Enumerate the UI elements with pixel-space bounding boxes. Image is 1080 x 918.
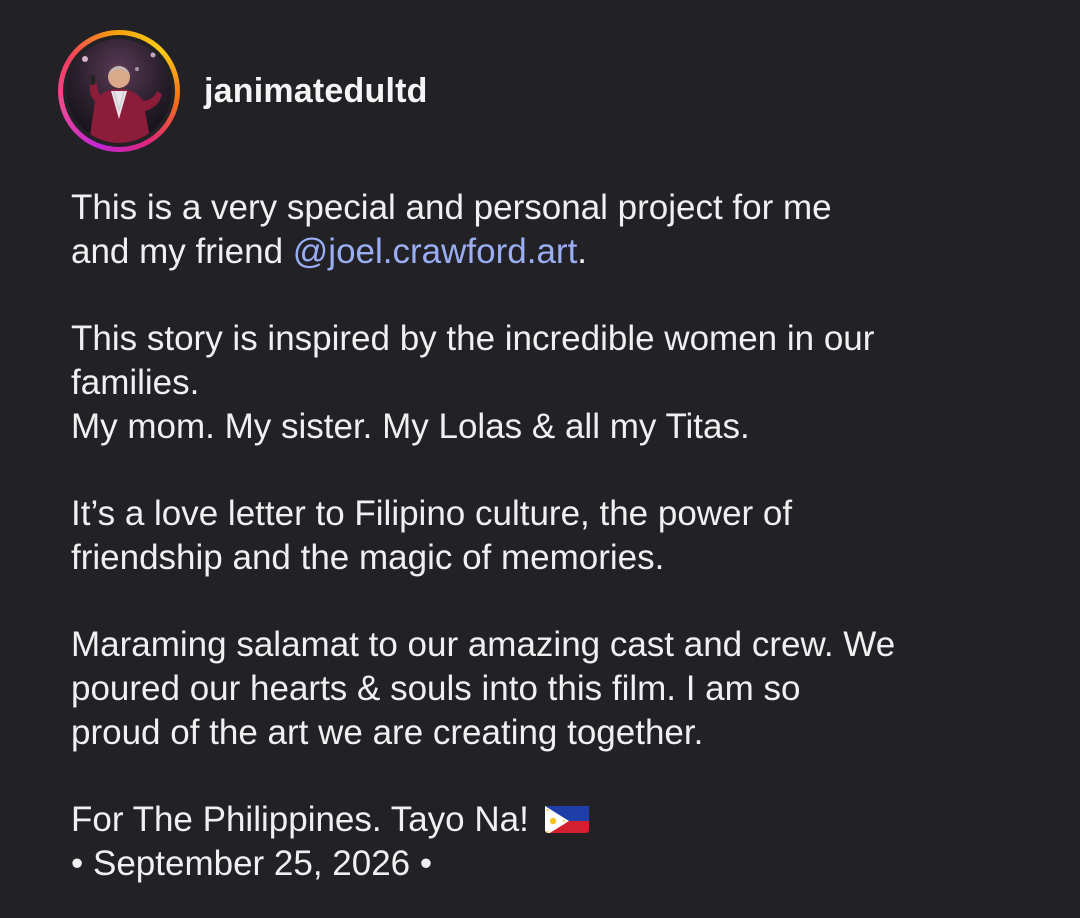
philippines-flag-icon bbox=[544, 803, 589, 833]
caption-paragraph-2: This story is inspired by the incredible… bbox=[71, 317, 1041, 449]
caption-line: proud of the art we are creating togethe… bbox=[71, 713, 704, 752]
caption-line: My mom. My sister. My Lolas & all my Tit… bbox=[71, 407, 750, 446]
caption-line: families. bbox=[71, 363, 200, 402]
caption-line: For The Philippines. Tayo Na! bbox=[71, 800, 539, 839]
caption-paragraph-5: For The Philippines. Tayo Na! • Septembe… bbox=[71, 798, 1041, 886]
caption-line: This is a very special and personal proj… bbox=[71, 188, 832, 227]
username[interactable]: janimatedultd bbox=[204, 72, 428, 111]
caption-line: Maraming salamat to our amazing cast and… bbox=[71, 625, 896, 664]
avatar[interactable] bbox=[67, 39, 171, 143]
caption-paragraph-4: Maraming salamat to our amazing cast and… bbox=[71, 623, 1041, 755]
caption-line: It’s a love letter to Filipino culture, … bbox=[71, 494, 793, 533]
caption-paragraph-3: It’s a love letter to Filipino culture, … bbox=[71, 492, 1041, 580]
post-date: • September 25, 2026 • bbox=[71, 844, 433, 883]
caption-paragraph-1: This is a very special and personal proj… bbox=[71, 186, 1041, 274]
caption-line: poured our hearts & souls into this film… bbox=[71, 669, 801, 708]
caption-line: . bbox=[577, 232, 588, 271]
avatar-photo bbox=[67, 39, 171, 143]
story-ring[interactable] bbox=[58, 30, 180, 152]
post-header: janimatedultd bbox=[58, 30, 428, 152]
mention-link[interactable]: @joel.crawford.art bbox=[293, 232, 578, 271]
post-caption: This is a very special and personal proj… bbox=[71, 186, 1041, 886]
caption-line: friendship and the magic of memories. bbox=[71, 538, 665, 577]
caption-line: This story is inspired by the incredible… bbox=[71, 319, 875, 358]
post-caption-view: janimatedultd This is a very special and… bbox=[0, 0, 1080, 918]
caption-line: and my friend bbox=[71, 232, 293, 271]
